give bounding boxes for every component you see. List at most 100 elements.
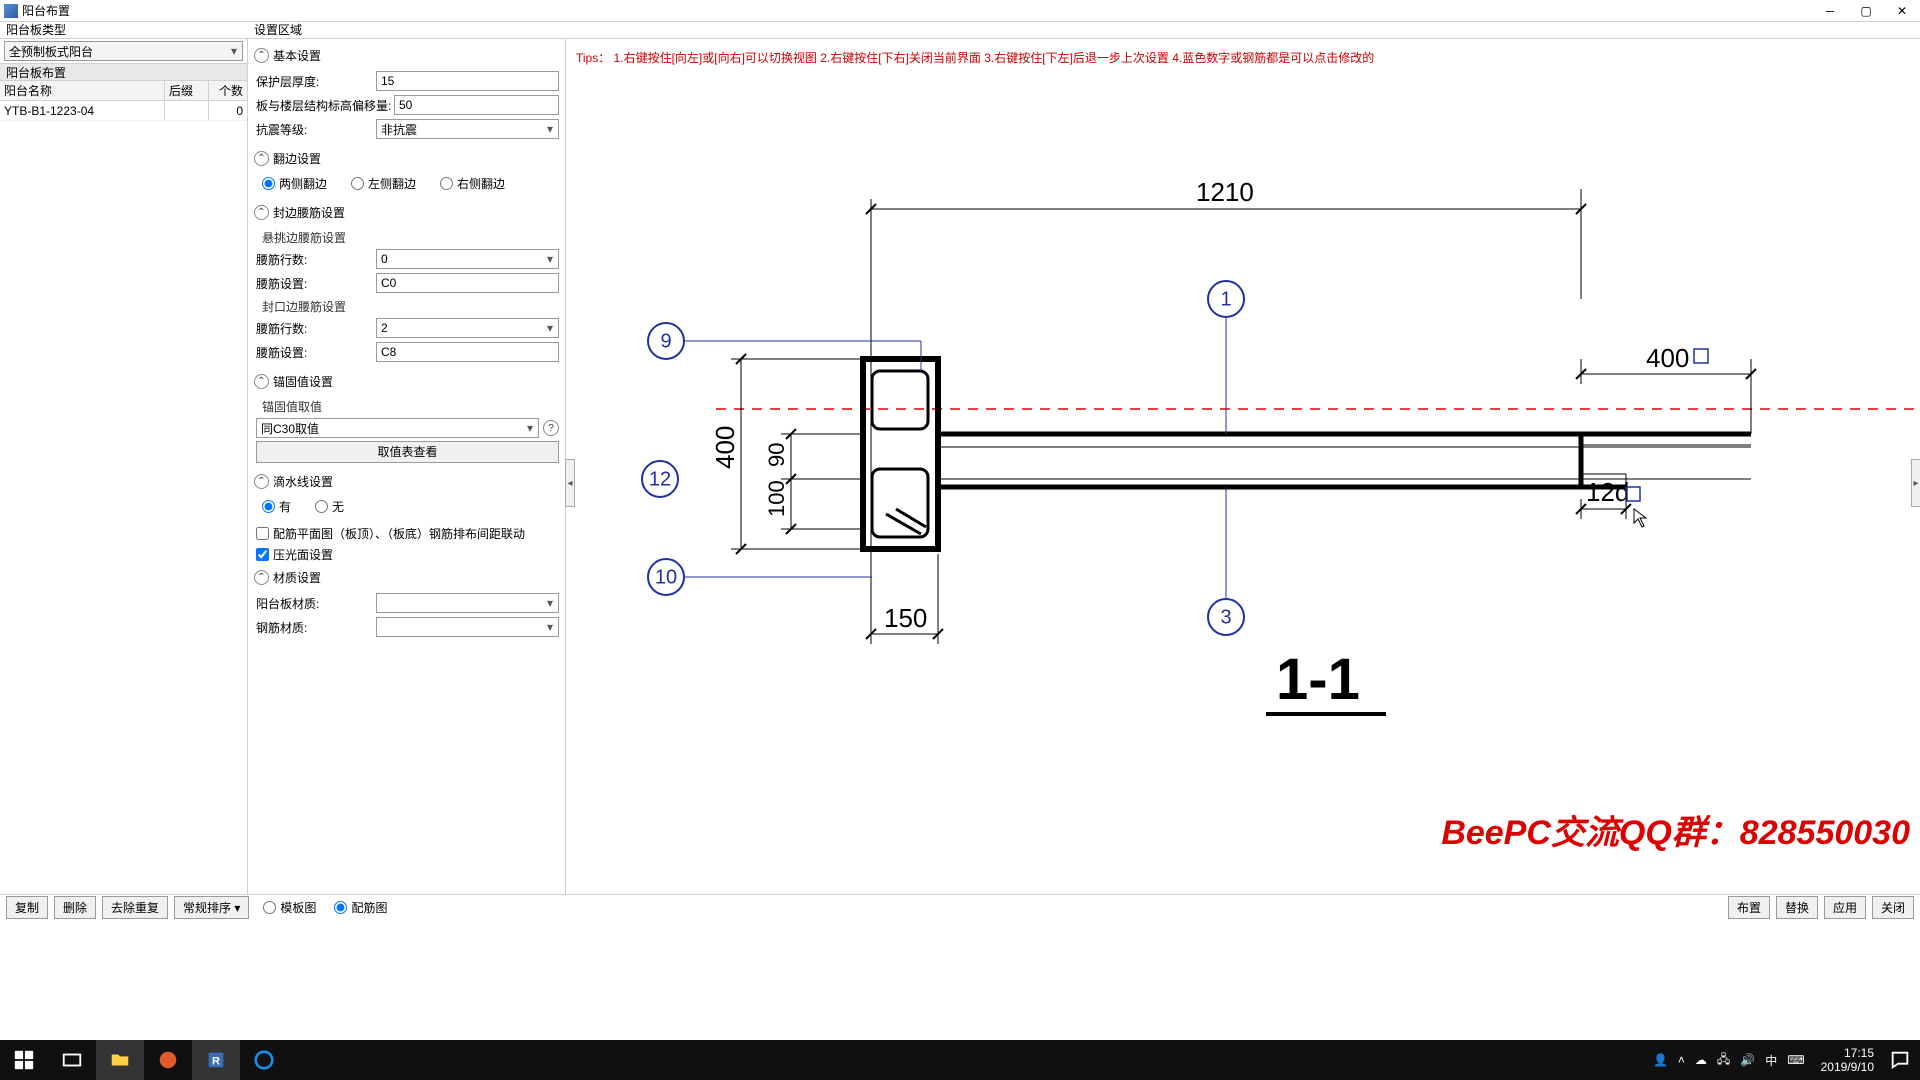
layout-button[interactable]: 布置 [1728,896,1770,919]
view-template-radio[interactable]: 模板图 [263,899,316,916]
dim-top[interactable]: 1210 [1196,177,1254,207]
rebar-material-select[interactable]: ▾ [376,617,559,637]
keyboard-icon[interactable]: ⌨ [1787,1053,1804,1067]
clock[interactable]: 17:15 2019/9/10 [1815,1046,1880,1074]
close-button-footer[interactable]: 关闭 [1872,896,1914,919]
section-anchorage-title: 锚固值设置 [273,373,333,390]
start-button[interactable] [0,1040,48,1080]
dim-right2[interactable]: 12d [1586,477,1629,507]
help-icon[interactable]: ? [543,420,559,436]
tray-chevron-icon[interactable]: ˄ [1678,1053,1685,1067]
volume-icon[interactable]: 🔊 [1740,1053,1755,1067]
app-icon-1[interactable] [144,1040,192,1080]
dedup-button[interactable]: 去除重复 [102,896,168,919]
notifications-icon[interactable] [1880,1040,1920,1080]
svg-text:12: 12 [649,468,671,490]
balcony-type-select[interactable]: 全预制板式阳台 ▾ [4,41,243,61]
cover-label: 保护层厚度: [256,73,376,90]
col-header-count: 个数 [209,81,247,100]
app-icon [4,4,18,18]
explorer-icon[interactable] [96,1040,144,1080]
chevron-down-icon: ▾ [542,252,558,266]
cant-rows-label: 腰筋行数: [256,251,376,268]
drawing-canvas[interactable]: ◂ ▸ Tips： 1.右键按住[向左]或[向右]可以切换视图 2.右键按住[下… [566,39,1920,894]
section-title: 1-1 [1276,647,1360,712]
slab-material-select[interactable]: ▾ [376,593,559,613]
anchorage-source-select[interactable]: 同C30取值 ▾ [256,418,539,438]
clos-spec-label: 腰筋设置: [256,344,376,361]
replace-button[interactable]: 替换 [1776,896,1818,919]
drip-no-radio[interactable]: 无 [315,498,344,515]
system-tray[interactable]: 👤 ˄ ☁ 🖧 🔊 中 ⌨ [1643,1050,1815,1071]
drip-yes-radio[interactable]: 有 [262,498,291,515]
section-anchorage-toggle[interactable]: ⌃ 锚固值设置 [254,371,559,392]
apply-button[interactable]: 应用 [1824,896,1866,919]
flip-both-radio[interactable]: 两侧翻边 [262,175,327,192]
minimize-button[interactable]: ─ [1812,0,1848,22]
section-basic-title: 基本设置 [273,47,321,64]
taskbar: R 👤 ˄ ☁ 🖧 🔊 中 ⌨ 17:15 2019/9/10 [0,1040,1920,1080]
settings-region-label: 设置区域 [248,22,302,39]
chevron-down-icon: ▾ [542,620,558,634]
taskview-button[interactable] [48,1040,96,1080]
cloud-icon[interactable]: ☁ [1695,1053,1707,1067]
people-icon[interactable]: 👤 [1653,1053,1668,1067]
collapse-icon: ⌃ [254,205,269,220]
table-row[interactable]: YTB-B1-1223-04 0 [0,101,247,121]
view-rebar-radio[interactable]: 配筋图 [334,899,387,916]
type-label: 阳台板类型 [0,22,248,38]
closure-sublabel: 封口边腰筋设置 [256,298,559,315]
chevron-down-icon: ▾ [226,44,242,58]
cant-rows-select[interactable]: 0 ▾ [376,249,559,269]
svg-text:10: 10 [655,566,677,588]
ime-icon[interactable]: 中 [1765,1052,1777,1069]
section-flip-toggle[interactable]: ⌃ 翻边设置 [254,148,559,169]
dim-90[interactable]: 90 [764,443,789,467]
close-button[interactable]: ✕ [1884,0,1920,22]
cursor-icon [1634,509,1646,527]
section-waist-title: 封边腰筋设置 [273,204,345,221]
dim-right1[interactable]: 400 [1646,343,1689,373]
maximize-button[interactable]: ▢ [1848,0,1884,22]
anchorage-table-button[interactable]: 取值表查看 [256,441,559,463]
revit-icon[interactable]: R [192,1040,240,1080]
dim-h400[interactable]: 400 [710,426,740,469]
section-basic-toggle[interactable]: ⌃ 基本设置 [254,45,559,66]
row-suffix [165,101,209,120]
network-icon[interactable]: 🖧 [1717,1050,1730,1071]
copy-button[interactable]: 复制 [6,896,48,919]
window-title: 阳台布置 [22,2,1812,19]
offset-input[interactable] [394,95,559,115]
row-name: YTB-B1-1223-04 [0,101,165,120]
section-waist-toggle[interactable]: ⌃ 封边腰筋设置 [254,202,559,223]
chevron-down-icon: ▾ [542,321,558,335]
rebar-link-checkbox[interactable] [256,527,269,540]
section-drip-toggle[interactable]: ⌃ 滴水线设置 [254,471,559,492]
section-flip-title: 翻边设置 [273,150,321,167]
delete-button[interactable]: 删除 [54,896,96,919]
chevron-down-icon: ▾ [542,596,558,610]
edge-icon[interactable] [240,1040,288,1080]
col-header-suffix: 后缀 [165,81,209,100]
offset-label: 板与楼层结构标高偏移量: [256,97,394,114]
cant-spec-input[interactable] [376,273,559,293]
clos-spec-input[interactable] [376,342,559,362]
flip-right-radio[interactable]: 右侧翻边 [440,175,505,192]
cant-spec-label: 腰筋设置: [256,275,376,292]
sort-button[interactable]: 常规排序 ▾ [174,896,249,919]
press-face-checkbox[interactable] [256,548,269,561]
dim-100[interactable]: 100 [764,480,789,517]
section-material-toggle[interactable]: ⌃ 材质设置 [254,567,559,588]
row-count: 0 [209,101,247,120]
edit-handle-icon[interactable] [1694,349,1708,363]
slab-material-label: 阳台板材质: [256,595,376,612]
svg-text:1: 1 [1220,288,1231,310]
col-header-name: 阳台名称 [0,81,165,100]
flip-left-radio[interactable]: 左侧翻边 [351,175,416,192]
seismic-select[interactable]: 非抗震 ▾ [376,119,559,139]
cover-input[interactable] [376,71,559,91]
collapse-icon: ⌃ [254,48,269,63]
dim-150[interactable]: 150 [884,603,927,633]
clos-rows-select[interactable]: 2 ▾ [376,318,559,338]
rebar-material-label: 钢筋材质: [256,619,376,636]
